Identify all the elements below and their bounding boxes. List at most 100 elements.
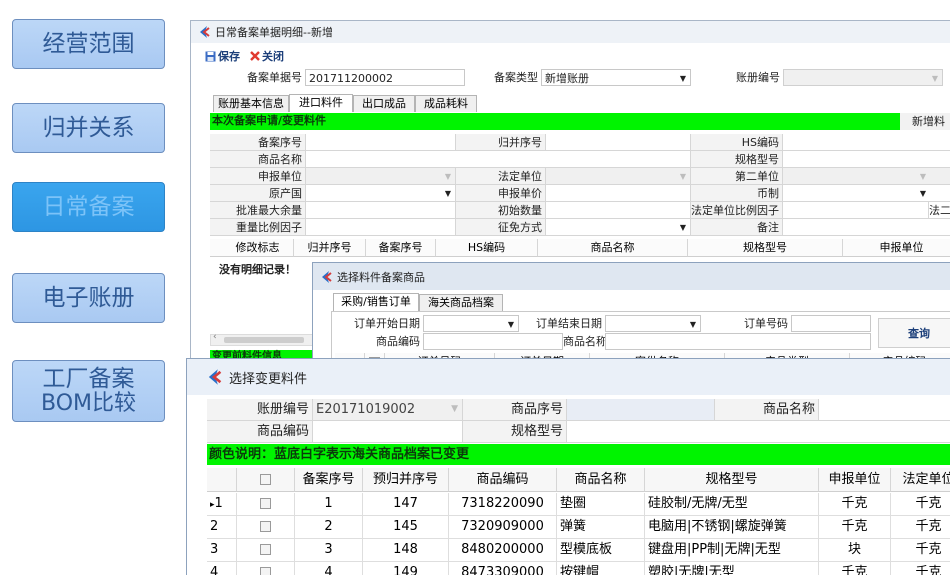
- chevron-down-icon: ▼: [919, 172, 926, 181]
- tab-import-material[interactable]: 进口料件: [289, 94, 353, 112]
- nav-jingying[interactable]: 经营范围: [12, 19, 165, 69]
- spec-field[interactable]: [783, 151, 950, 168]
- grid-header-cell[interactable]: 备案序号: [366, 239, 436, 257]
- grid-header-cell[interactable]: 修改标志: [222, 239, 294, 257]
- select-all-header[interactable]: [237, 468, 295, 492]
- grid-header-cell[interactable]: 商品名称: [538, 239, 688, 257]
- tab-basic-info[interactable]: 账册基本信息: [213, 95, 289, 112]
- grid-header-cell[interactable]: 申报单位: [819, 468, 891, 492]
- legal-unit-select[interactable]: ▼: [546, 168, 691, 185]
- add-material-button[interactable]: 新增料: [900, 113, 950, 130]
- grid-header-cell[interactable]: HS编码: [436, 239, 538, 257]
- form-label: 申报单价: [456, 185, 546, 202]
- save-button[interactable]: 保存: [205, 48, 240, 64]
- checkbox[interactable]: [260, 521, 271, 532]
- main-titlebar: 日常备案单据明细--新增: [191, 21, 950, 43]
- row-select[interactable]: [237, 493, 295, 516]
- close-icon: [250, 51, 260, 61]
- declare-unit-select[interactable]: ▼: [306, 168, 456, 185]
- tab-customs-archive[interactable]: 海关商品档案: [419, 294, 503, 311]
- product-name-field[interactable]: [306, 151, 691, 168]
- book-no-select[interactable]: ▼: [783, 69, 943, 86]
- cell-name: 按键帽: [557, 562, 645, 575]
- tab-orders[interactable]: 采购/销售订单: [333, 293, 419, 311]
- query-button[interactable]: 查询: [878, 318, 950, 348]
- chevron-down-icon: ▼: [679, 223, 686, 232]
- chevron-down-icon: ▼: [689, 320, 696, 329]
- code-field[interactable]: [313, 421, 463, 443]
- grid-header-cell[interactable]: 商品名称: [557, 468, 645, 492]
- chevron-down-icon: ▼: [444, 189, 451, 198]
- cell-seq: 2: [295, 516, 363, 539]
- save-label: 保存: [218, 50, 240, 63]
- scroll-thumb[interactable]: [224, 337, 304, 343]
- grid-header-cell[interactable]: 法定单位: [891, 468, 950, 492]
- tab-label: 进口料件: [299, 96, 343, 109]
- tab-material-consumption[interactable]: 成品耗料: [415, 95, 477, 112]
- currency-select[interactable]: ▼: [783, 185, 950, 202]
- weight-ratio-field[interactable]: [306, 219, 456, 236]
- main-toolbar: 保存 关闭: [205, 48, 284, 64]
- form-label: 币制: [691, 185, 783, 202]
- close-button[interactable]: 关闭: [250, 48, 284, 64]
- scroll-left-icon: ‹: [213, 332, 217, 342]
- table-row[interactable]: 3 3 148 8480200000 型模底板 键盘用|PP制|无牌|无型 块 …: [187, 539, 950, 562]
- change-dialog-titlebar: 选择变更料件: [187, 359, 950, 395]
- checkbox[interactable]: [260, 498, 271, 509]
- spec-field[interactable]: [567, 421, 950, 443]
- row-select[interactable]: [237, 516, 295, 539]
- grid-header-cell[interactable]: 预归并序号: [363, 468, 449, 492]
- tab-export-product[interactable]: 出口成品: [353, 95, 415, 112]
- name-field[interactable]: [605, 333, 871, 350]
- horizontal-scrollbar[interactable]: ‹: [210, 332, 315, 346]
- checkbox[interactable]: [260, 567, 271, 575]
- grid-header-cell[interactable]: 申报单位: [843, 239, 950, 257]
- name-field[interactable]: [819, 399, 950, 421]
- tax-mode-select[interactable]: ▼: [546, 219, 691, 236]
- bill-no-field[interactable]: 201711200002: [305, 69, 465, 86]
- legal-ratio-field[interactable]: [783, 202, 929, 219]
- max-balance-field[interactable]: [306, 202, 456, 219]
- material-dialog: 选择料件备案商品 采购/销售订单 海关商品档案 订单开始日期 ▼ 订单结束日期 …: [312, 262, 950, 372]
- book-no-select[interactable]: E20171019002 ▼: [313, 399, 463, 421]
- second-unit-select[interactable]: ▼: [783, 168, 950, 185]
- origin-select[interactable]: ▼: [306, 185, 456, 202]
- merge-seq-field[interactable]: [546, 134, 691, 151]
- nav-gongchang[interactable]: 工厂备案 BOM比较: [12, 360, 165, 422]
- initial-qty-field[interactable]: [546, 202, 691, 219]
- seq-field[interactable]: [306, 134, 456, 151]
- material-dialog-title: 选择料件备案商品: [337, 270, 425, 284]
- grid-header-cell[interactable]: 商品编码: [449, 468, 557, 492]
- remark-field[interactable]: [783, 219, 950, 236]
- hs-code-field[interactable]: [783, 134, 950, 151]
- checkbox[interactable]: [260, 544, 271, 555]
- nav-dianzi[interactable]: 电子账册: [12, 273, 165, 323]
- row-select[interactable]: [237, 539, 295, 562]
- seq-label: 商品序号: [463, 399, 567, 421]
- order-start-select[interactable]: ▼: [423, 315, 519, 332]
- checkbox[interactable]: [260, 474, 271, 485]
- table-row[interactable]: ▸1 1 147 7318220090 垫圈 硅胶制/无牌/无型 千克 千克: [187, 493, 950, 516]
- order-end-select[interactable]: ▼: [605, 315, 701, 332]
- row-select[interactable]: [237, 562, 295, 575]
- app-root: 经营范围 归并关系 日常备案 电子账册 工厂备案 BOM比较 日常备案单据明细-…: [0, 0, 950, 575]
- nav-guibing[interactable]: 归并关系: [12, 103, 165, 153]
- nav-label: 归并关系: [42, 114, 135, 141]
- order-no-field[interactable]: [791, 315, 871, 332]
- type-select[interactable]: 新增账册 ▼: [541, 69, 691, 86]
- grid-header-cell[interactable]: 规格型号: [645, 468, 819, 492]
- table-row[interactable]: 2 2 145 7320909000 弹簧 电脑用|不锈钢|螺旋弹簧 千克 千克: [187, 516, 950, 539]
- form-label: 征免方式: [456, 219, 546, 236]
- unit-price-field[interactable]: [546, 185, 691, 202]
- chevron-down-icon: ▼: [451, 404, 458, 414]
- seq-field[interactable]: [567, 399, 715, 421]
- code-field[interactable]: [423, 333, 563, 350]
- grid-header-cell[interactable]: 规格型号: [688, 239, 843, 257]
- form-label: 初始数量: [456, 202, 546, 219]
- chevron-down-icon: ▼: [679, 172, 686, 181]
- grid-header-cell[interactable]: 备案序号: [295, 468, 363, 492]
- nav-richang[interactable]: 日常备案: [12, 182, 165, 232]
- grid-header-cell[interactable]: 归并序号: [294, 239, 366, 257]
- tab-label: 采购/销售订单: [341, 295, 411, 308]
- table-row[interactable]: 4 4 149 8473309000 按键帽 塑胶|无牌|无型 千克 千克: [187, 562, 950, 575]
